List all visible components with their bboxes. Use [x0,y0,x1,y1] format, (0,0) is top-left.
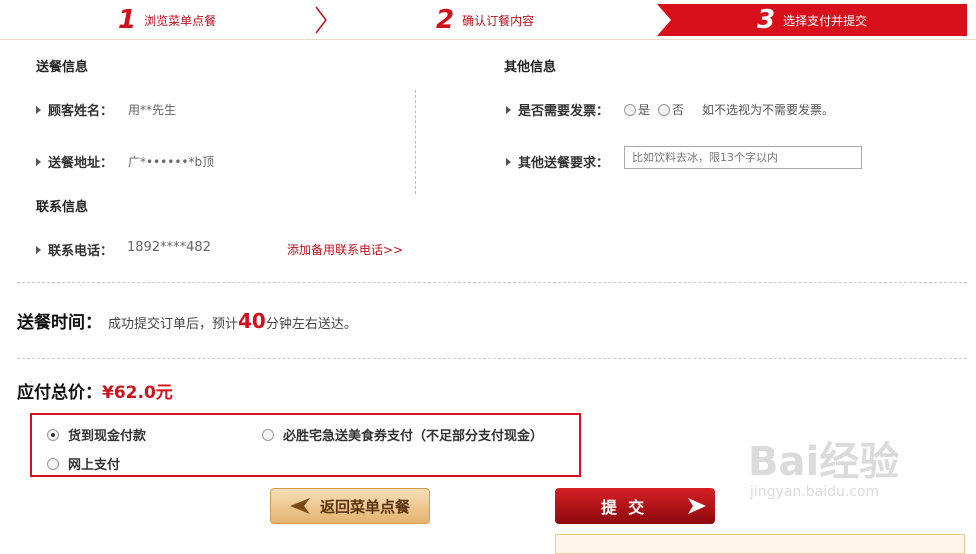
total-price-label: 应付总价： [17,383,102,403]
bullet-arrow-icon [36,157,41,166]
step-1: 1 浏览菜单点餐 [118,0,216,40]
bullet-arrow-icon [506,105,511,114]
step-3: 3 选择支付并提交 [757,0,867,40]
arrow-left-icon [289,498,310,514]
customer-name-label-text: 顾客姓名： [48,104,114,119]
pay-voucher-label[interactable]: 必胜宅急送美食券支付（不足部分支付现金） [283,425,543,444]
delivery-time-pre: 成功提交订单后，预计 [108,317,239,332]
delivery-time-post: 分钟左右送达。 [265,317,357,332]
step-2: 2 确认订餐内容 [436,0,534,40]
pay-online-radio[interactable] [47,457,59,470]
contact-info-title: 联系信息 [36,200,89,215]
invoice-note: 如不选视为不需要发票。 [702,103,835,117]
pay-voucher-radio[interactable] [262,428,274,441]
pay-cash-label[interactable]: 货到现金付款 [68,425,146,444]
invoice-label-text: 是否需要发票： [518,104,610,119]
pay-online-label[interactable]: 网上支付 [68,454,120,473]
back-to-menu-label[interactable]: 返回菜单点餐 [320,496,410,517]
bullet-arrow-icon [506,157,511,166]
submit-label[interactable]: 提 交 [601,494,644,518]
bullet-arrow-icon [36,245,41,254]
back-to-menu-button[interactable]: 返回菜单点餐 [270,488,430,524]
watermark-brand: Bai经验 [748,439,900,485]
invoice-no-label[interactable]: 否 [672,101,684,118]
delivery-info-title: 送餐信息 [36,60,89,75]
pay-online-option[interactable]: 网上支付 [47,454,120,473]
section-divider [17,282,967,283]
delivery-address-value: 广*••••••*b顶 [128,155,215,169]
phone-label: 联系电话： [36,240,113,259]
tip-box [555,534,965,554]
total-price-amount: ¥62.0元 [102,383,173,403]
pay-voucher-option[interactable]: 必胜宅急送美食券支付（不足部分支付现金） [262,425,543,444]
step-separator-chevron-icon [315,6,327,34]
pay-cash-radio[interactable] [47,428,59,441]
invoice-no-radio[interactable] [658,103,671,116]
submit-button[interactable]: 提 交 [555,488,715,524]
bullet-arrow-icon [36,105,41,114]
watermark-url: jingyan.baidu.com [750,484,880,500]
add-backup-phone-link[interactable]: 添加备用联系电话>> [287,241,403,258]
delivery-time-label: 送餐时间： [17,313,102,333]
other-requirements-label: 其他送餐要求： [506,152,609,171]
customer-name-label: 顾客姓名： [36,100,113,119]
invoice-yes-label[interactable]: 是 [638,101,650,118]
invoice-label: 是否需要发票： [506,100,609,119]
section-divider [17,358,967,359]
step-2-number: 2 [436,5,455,35]
baidu-watermark: Bai经验 jingyan.baidu.com [748,440,948,530]
step-3-label: 选择支付并提交 [783,13,868,28]
delivery-time: 送餐时间： 成功提交订单后，预计 40 分钟左右送达。 [17,308,357,333]
invoice-yes-radio[interactable] [624,103,636,116]
other-requirements-label-text: 其他送餐要求： [518,156,610,171]
total-price: 应付总价： ¥62.0元 [17,378,173,403]
phone-label-text: 联系电话： [48,244,114,259]
step-2-label: 确认订餐内容 [462,13,535,28]
delivery-address-label-text: 送餐地址： [48,156,114,171]
step-1-number: 1 [118,5,137,35]
arrow-right-icon [688,498,707,514]
pay-cash-option[interactable]: 货到现金付款 [47,425,146,444]
phone-value: 1892****482 [127,240,211,255]
column-divider [415,90,416,194]
delivery-time-minutes: 40 [238,309,266,333]
delivery-address-label: 送餐地址： [36,152,113,171]
step-1-label: 浏览菜单点餐 [144,13,217,28]
step-3-number: 3 [757,5,776,35]
invoice-options: 是 否 如不选视为不需要发票。 [624,101,834,118]
other-requirements-input[interactable] [624,146,862,169]
other-info-title: 其他信息 [504,60,557,75]
customer-name-value: 用**先生 [128,103,177,117]
